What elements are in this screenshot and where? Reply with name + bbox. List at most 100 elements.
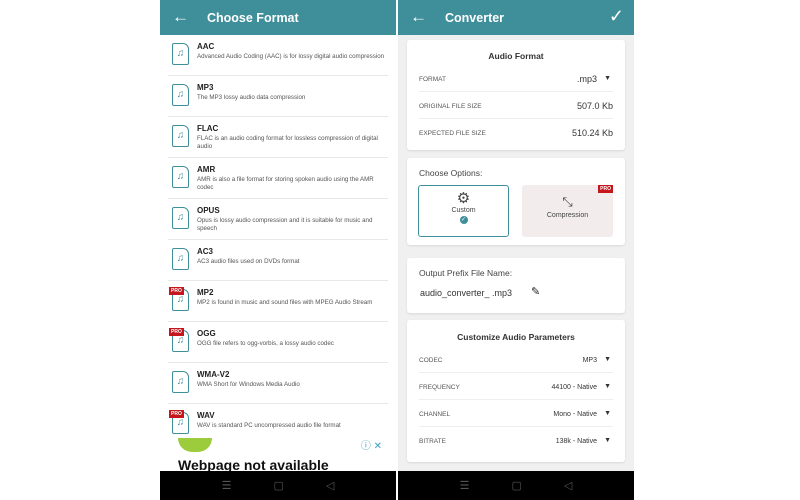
- app-bar: ← Choose Format: [160, 0, 396, 35]
- system-nav-bar: ☰ ▢ ◁: [160, 471, 396, 500]
- format-item[interactable]: ♫ PRO OGG OGG file refers to ogg-vorbis, a …: [168, 322, 388, 363]
- back-nav-icon[interactable]: ◁: [326, 479, 334, 492]
- format-name: OGG: [197, 329, 216, 338]
- format-name: WMA-V2: [197, 370, 230, 379]
- format-description: Opus is lossy audio compression and it i…: [197, 217, 373, 232]
- format-item[interactable]: ♫ AMR AMR is also a file format for storin…: [168, 158, 388, 199]
- param-channel-select[interactable]: CHANNEL Mono - Native ▼: [419, 401, 613, 427]
- home-icon[interactable]: ▢: [274, 479, 284, 492]
- format-select[interactable]: FORMAT .mp3 ▼: [419, 66, 613, 92]
- format-name: AMR: [197, 165, 216, 174]
- format-item[interactable]: ♫ PRO MP2 MP2 is found in music and sound f…: [168, 281, 388, 322]
- options-card: Choose Options: ⚙ Custom ✓ PRO ⤡ Compres…: [407, 158, 625, 245]
- pro-badge: PRO: [598, 185, 613, 193]
- compression-label: Compression: [546, 212, 589, 219]
- audio-file-icon: ♫: [172, 43, 189, 65]
- format-item[interactable]: ♫ AC3 AC3 audio files used on DVDs format: [168, 240, 388, 281]
- format-name: MP2: [197, 288, 214, 297]
- format-item[interactable]: ♫ FLAC FLAC is an audio coding format for …: [168, 117, 388, 158]
- param-label: CODEC: [419, 357, 443, 364]
- ad-banner[interactable]: ⓘ ✕ Webpage not available: [160, 436, 396, 473]
- audio-file-icon: ♫: [172, 207, 189, 229]
- format-list: ♫ AAC Advanced Audio Coding (AAC) is for l…: [160, 35, 396, 445]
- format-description: MP2 is found in music and sound files wi…: [197, 299, 373, 306]
- format-description: AC3 audio files used on DVDs format: [197, 258, 300, 265]
- param-codec-select[interactable]: CODEC MP3 ▼: [419, 347, 613, 373]
- app-bar: ← Converter ✓: [398, 0, 634, 35]
- expected-size-value: 510.24 Kb: [571, 128, 613, 138]
- format-value: .mp3: [576, 74, 597, 84]
- prefix-value: audio_converter_ .mp3: [420, 288, 513, 298]
- expected-size-label: EXPECTED FILE SIZE: [419, 130, 486, 137]
- dropdown-icon: ▼: [604, 356, 611, 363]
- audio-file-icon: ♫: [172, 248, 189, 270]
- page-title: Choose Format: [207, 11, 299, 25]
- format-item[interactable]: ♫ MP3 The MP3 lossy audio data compression: [168, 76, 388, 117]
- converter-screen: ← Converter ✓ Audio Format FORMAT .mp3 ▼…: [398, 0, 634, 500]
- audio-format-card: Audio Format FORMAT .mp3 ▼ ORIGINAL FILE…: [407, 40, 625, 150]
- dropdown-icon: ▼: [604, 410, 611, 417]
- param-label: FREQUENCY: [419, 384, 460, 391]
- param-frequency-select[interactable]: FREQUENCY 44100 - Native ▼: [419, 374, 613, 400]
- format-item[interactable]: ♫ WMA-V2 WMA Short for Windows Media Audio: [168, 363, 388, 404]
- format-description: AMR is also a file format for storing sp…: [197, 176, 374, 191]
- arrow-left-icon[interactable]: ←: [172, 7, 189, 27]
- audio-file-icon: ♫: [172, 84, 189, 106]
- format-label: FORMAT: [419, 76, 446, 83]
- options-title: Choose Options:: [419, 168, 483, 178]
- audio-file-icon: ♫: [172, 371, 189, 393]
- menu-icon[interactable]: ☰: [460, 479, 470, 492]
- card-title: Audio Format: [488, 51, 544, 61]
- custom-label: Custom: [451, 207, 476, 214]
- original-size-row: ORIGINAL FILE SIZE 507.0 Kb: [419, 93, 613, 119]
- custom-option[interactable]: ⚙ Custom ✓: [418, 185, 509, 237]
- page-title: Converter: [445, 11, 505, 25]
- pro-badge: PRO: [169, 287, 184, 295]
- param-label: BITRATE: [419, 438, 446, 445]
- param-value: MP3: [582, 357, 597, 364]
- dropdown-icon: ▼: [604, 383, 611, 390]
- prefix-card: Output Prefix File Name: audio_converter…: [407, 258, 625, 313]
- prefix-title: Output Prefix File Name:: [419, 268, 513, 278]
- format-name: WAV: [197, 411, 215, 420]
- original-size-label: ORIGINAL FILE SIZE: [419, 103, 482, 110]
- param-value: Mono - Native: [553, 411, 597, 418]
- back-nav-icon[interactable]: ◁: [564, 479, 572, 492]
- ad-info-close-icon[interactable]: ⓘ ✕: [361, 437, 382, 452]
- param-label: CHANNEL: [419, 411, 451, 418]
- pro-badge: PRO: [169, 328, 184, 336]
- compress-arrows-icon: ⤡: [562, 194, 573, 209]
- format-description: FLAC is an audio coding format for lossl…: [197, 135, 378, 150]
- format-item[interactable]: ♫ OPUS Opus is lossy audio compression and…: [168, 199, 388, 240]
- card-title: Customize Audio Parameters: [457, 332, 575, 342]
- format-name: FLAC: [197, 124, 219, 133]
- format-description: Advanced Audio Coding (AAC) is for lossy…: [197, 53, 385, 60]
- param-value: 138k - Native: [555, 438, 597, 445]
- gear-icon: ⚙: [456, 190, 471, 207]
- format-description: WAV is standard PC uncompressed audio fi…: [197, 422, 341, 429]
- original-size-value: 507.0 Kb: [576, 101, 613, 111]
- format-description: The MP3 lossy audio data compression: [197, 94, 306, 101]
- dropdown-icon: ▼: [604, 75, 611, 82]
- compression-option[interactable]: PRO ⤡ Compression: [522, 185, 613, 237]
- format-description: OGG file refers to ogg-vorbis, a lossy a…: [197, 340, 334, 347]
- pencil-icon[interactable]: ✎: [531, 285, 540, 298]
- menu-icon[interactable]: ☰: [222, 479, 232, 492]
- format-item[interactable]: ♫ AAC Advanced Audio Coding (AAC) is for l…: [168, 35, 388, 76]
- format-name: OPUS: [197, 206, 220, 215]
- dropdown-icon: ▼: [604, 437, 611, 444]
- expected-size-row: EXPECTED FILE SIZE 510.24 Kb: [419, 120, 613, 146]
- format-name: AAC: [197, 42, 215, 51]
- arrow-left-icon[interactable]: ←: [410, 7, 427, 27]
- android-logo-icon: [178, 438, 212, 452]
- choose-format-screen: ← Choose Format ♫ AAC Advanced Audio Codin…: [160, 0, 396, 500]
- system-nav-bar: ☰ ▢ ◁: [398, 471, 634, 500]
- param-bitrate-select[interactable]: BITRATE 138k - Native ▼: [419, 428, 613, 454]
- home-icon[interactable]: ▢: [512, 479, 522, 492]
- audio-file-icon: ♫: [172, 166, 189, 188]
- check-icon[interactable]: ✓: [609, 6, 624, 27]
- format-name: MP3: [197, 83, 214, 92]
- audio-file-icon: ♫: [172, 125, 189, 147]
- pro-badge: PRO: [169, 410, 184, 418]
- format-description: WMA Short for Windows Media Audio: [197, 381, 300, 388]
